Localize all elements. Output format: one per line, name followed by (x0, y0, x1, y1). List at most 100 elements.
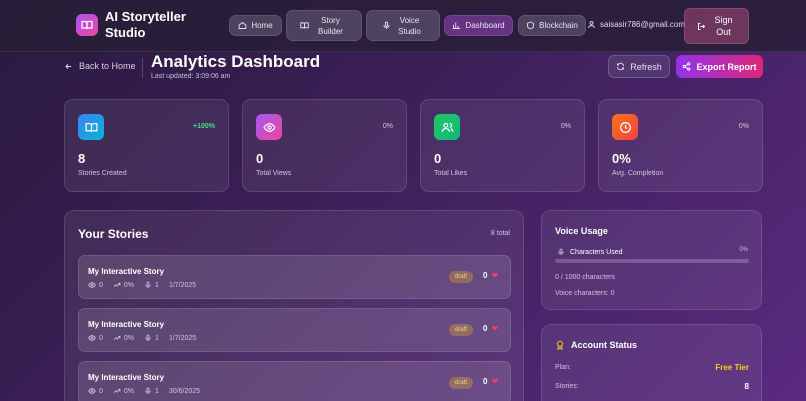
award-icon (557, 340, 563, 350)
story-title: My Interactive Story (88, 267, 165, 276)
account-status-title: Account Status (555, 340, 637, 350)
nav-blockchain-button[interactable]: Blockchain (518, 15, 586, 36)
stories-row: Stories: 8 (555, 382, 749, 391)
voice-characters: Voice characters: 0 (555, 290, 615, 297)
nav-story-builder-label: Story Builder (318, 15, 343, 36)
characters-used-percent: 0% (739, 247, 748, 253)
user-info: saisasir786@gmail.com (587, 20, 685, 29)
story-likes: 0 ❤ (483, 377, 498, 386)
characters-progress-bar (555, 259, 749, 263)
status-badge: draft (449, 324, 474, 336)
stat-label: Avg. Completion (612, 170, 664, 177)
story-voices: 1 (155, 281, 159, 289)
stat-change: 0% (738, 123, 749, 130)
sign-out-label: Sign Out (714, 15, 733, 37)
logout-icon (697, 22, 705, 30)
heart-icon: ❤ (491, 324, 499, 333)
story-list-item[interactable]: My Interactive Story 0 0% 1 1/7/2025 dra… (78, 255, 511, 299)
stat-value: 8 (78, 151, 86, 166)
nav-voice-studio-button[interactable]: Voice Studio (366, 10, 440, 41)
story-likes: 0 ❤ (483, 271, 498, 280)
stories-label: Stories: (555, 383, 579, 390)
story-completion: 0% (123, 281, 135, 289)
book-icon (299, 22, 309, 29)
story-list-item[interactable]: My Interactive Story 0 0% 1 1/7/2025 dra… (78, 308, 511, 352)
story-date: 1/7/2025 (168, 334, 197, 342)
account-title-label: Account Status (571, 340, 638, 350)
top-nav: AI Storyteller Studio Home Story Builder… (0, 0, 806, 52)
back-label: Back to Home (79, 61, 136, 71)
story-date: 1/7/2025 (168, 281, 197, 289)
eye-icon (88, 335, 96, 341)
nav-dashboard-button[interactable]: Dashboard (444, 15, 513, 36)
back-to-home-link[interactable]: Back to Home (64, 61, 136, 71)
your-stories-panel: Your Stories 8 total My Interactive Stor… (64, 210, 524, 401)
story-views: 0 (99, 281, 103, 289)
book-icon (76, 14, 98, 36)
story-title: My Interactive Story (88, 320, 165, 329)
home-icon (239, 21, 247, 29)
stat-change: 0% (560, 123, 571, 130)
user-email: saisasir786@gmail.com (600, 20, 686, 29)
sign-out-button[interactable]: Sign Out (684, 8, 749, 44)
page-title: Analytics Dashboard (151, 52, 321, 71)
likes-count: 0 (483, 271, 488, 280)
heart-icon: ❤ (491, 377, 499, 386)
stat-label: Total Views (256, 170, 292, 177)
stat-card-completion: 0% 0% Avg. Completion (598, 99, 763, 192)
story-voices: 1 (155, 387, 159, 395)
characters-count: 0 / 1000 characters (555, 274, 615, 281)
story-meta: 0 0% 1 1/7/2025 (88, 281, 206, 289)
mic-icon (558, 248, 564, 255)
characters-used-row: Characters Used (557, 248, 623, 256)
characters-used-label: Characters Used (570, 248, 623, 256)
refresh-icon (617, 62, 625, 71)
nav-voice-studio-label: Voice Studio (398, 15, 421, 36)
users-icon (434, 114, 460, 140)
story-completion: 0% (123, 334, 135, 342)
mic-icon (145, 281, 151, 288)
stat-card-likes: 0% 0 Total Likes (420, 99, 585, 192)
status-badge: draft (449, 377, 474, 389)
status-badge: draft (449, 271, 474, 283)
story-likes: 0 ❤ (483, 324, 498, 333)
shield-icon (527, 21, 535, 30)
account-status-panel: Account Status Plan: Free Tier Stories: … (541, 324, 762, 401)
nav-home-button[interactable]: Home (229, 15, 282, 36)
nav-home-label: Home (251, 21, 273, 30)
trending-up-icon (113, 282, 121, 287)
plan-label: Plan: (555, 364, 571, 371)
voice-usage-title: Voice Usage (555, 226, 608, 236)
mic-icon (145, 387, 151, 394)
story-views: 0 (99, 387, 103, 395)
share-icon (683, 62, 691, 71)
story-meta: 0 0% 1 1/7/2025 (88, 334, 206, 342)
story-views: 0 (99, 334, 103, 342)
eye-icon (88, 388, 96, 394)
nav-story-builder-button[interactable]: Story Builder (286, 10, 362, 41)
brand[interactable]: AI Storyteller Studio (76, 9, 205, 41)
heart-icon: ❤ (491, 271, 499, 280)
export-label: Export Report (696, 61, 757, 72)
bar-chart-icon (453, 22, 461, 29)
clock-icon (612, 114, 638, 140)
refresh-label: Refresh (630, 61, 662, 72)
plan-row: Plan: Free Tier (555, 363, 749, 372)
refresh-button[interactable]: Refresh (608, 55, 670, 78)
stat-value: 0 (434, 151, 442, 166)
nav-dashboard-label: Dashboard (465, 21, 505, 30)
stat-value: 0 (256, 151, 264, 166)
voice-usage-panel: Voice Usage Characters Used 0% 0 / 1000 … (541, 210, 762, 310)
trending-up-icon (113, 388, 121, 393)
story-meta: 0 0% 1 30/6/2025 (88, 387, 210, 395)
story-list-item[interactable]: My Interactive Story 0 0% 1 30/6/2025 dr… (78, 361, 511, 401)
export-report-button[interactable]: Export Report (676, 55, 763, 78)
stat-value: 0% (612, 151, 631, 166)
stat-change: +100% (193, 123, 215, 130)
story-voices: 1 (155, 334, 159, 342)
story-title: My Interactive Story (88, 373, 165, 382)
last-updated: Last updated: 3:09:06 am (151, 73, 231, 80)
stories-total: 8 total (490, 230, 510, 237)
stat-label: Total Likes (434, 170, 468, 177)
stat-label: Stories Created (78, 170, 127, 177)
